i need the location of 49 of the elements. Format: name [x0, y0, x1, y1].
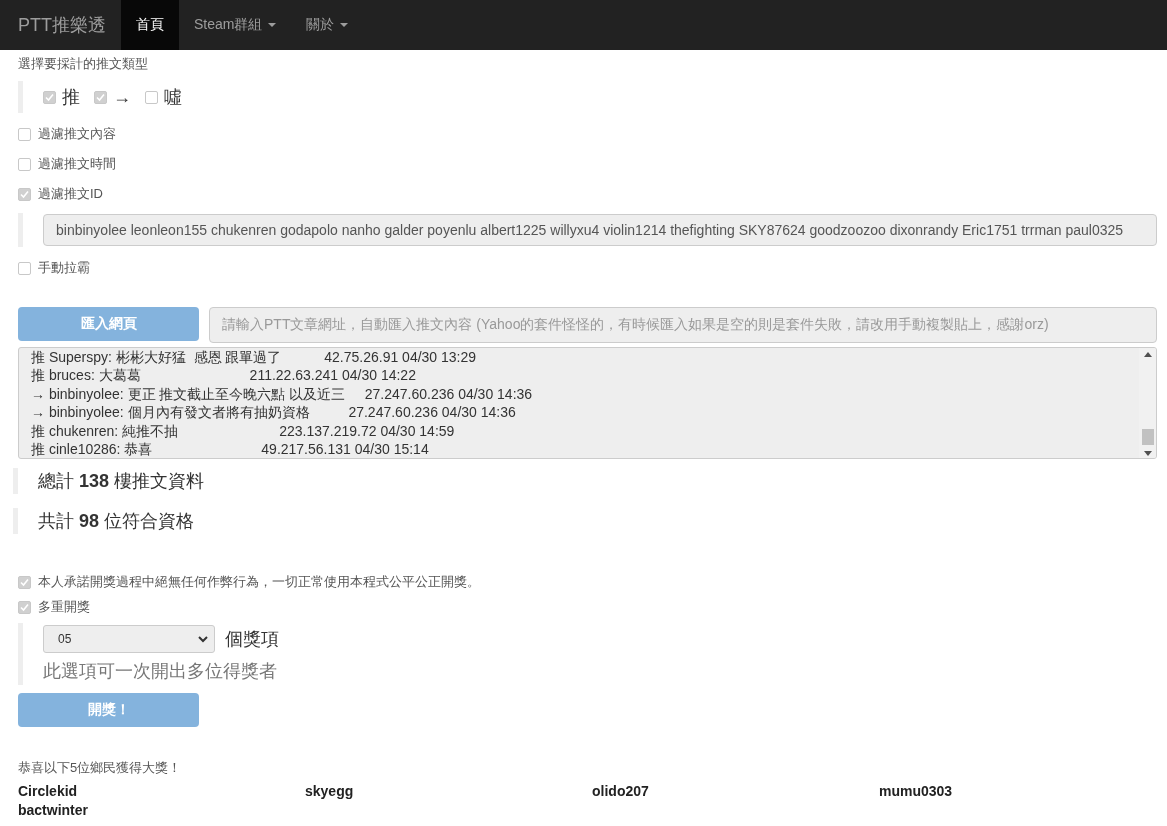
nav-tab[interactable]: 關於	[291, 0, 364, 50]
checkbox-label: 過濾推文時間	[38, 155, 116, 173]
comment-line: 推 cinle10286: 恭喜 49.217.56.131 04/30 15:14	[31, 440, 430, 458]
comment-line: → binbinyolee: 更正 推文截止至今晚六點 以及近三 27.247.60.236 04/30 14:36	[31, 384, 534, 404]
scroll-down-icon[interactable]	[1143, 451, 1152, 456]
winner-name: Circlekid	[18, 783, 79, 799]
scrollbar-thumb[interactable]	[1141, 429, 1154, 445]
checkbox-label: 本人承諾開獎過程中絕無任何作弊行為，一切正常使用本程式公平公正開獎。	[38, 573, 480, 591]
nav-tab[interactable]: Steam群組	[179, 0, 292, 50]
chevron-down-icon	[198, 635, 208, 643]
checkbox-label: →	[113, 86, 131, 108]
hint-text: 此選項可一次開出多位得獎者	[43, 660, 278, 683]
comment-line: 推 chukenren: 純推不抽 223.137.219.72 04/30 14:59	[31, 421, 456, 441]
checkbox[interactable]	[18, 157, 31, 171]
checkbox[interactable]	[18, 127, 31, 141]
comment-line: 推 Superspy: 彬彬大好猛 感恩 跟單過了 42.75.26.91 04/30 13:29	[31, 348, 478, 367]
checkbox[interactable]	[94, 90, 107, 104]
comments-textarea[interactable]	[18, 347, 1157, 459]
winner-name: skyegg	[305, 783, 355, 799]
unit-label: 個獎項	[225, 628, 279, 651]
checkbox[interactable]	[18, 187, 31, 201]
checkbox-label: 手動拉霸	[38, 259, 90, 277]
checkbox[interactable]	[43, 90, 56, 104]
brand-title[interactable]: PTT推樂透	[0, 0, 121, 50]
checkbox-label: 過濾推文ID	[38, 185, 103, 203]
checkbox-label: 過濾推文內容	[38, 125, 116, 143]
checkbox-label: 噓	[164, 86, 182, 109]
checkbox-label: 多重開獎	[38, 598, 90, 616]
checkbox-label: 推	[62, 86, 80, 109]
scroll-up-icon[interactable]	[1143, 352, 1152, 357]
winner-name: bactwinter	[18, 802, 89, 818]
checkbox[interactable]	[145, 90, 158, 104]
scrollbar[interactable]	[1139, 348, 1156, 458]
comment-line: → binbinyolee: 個月內有發文者將有抽奶資格 27.247.60.236 04/30 14:36	[31, 403, 517, 422]
checkbox[interactable]	[18, 261, 31, 275]
nav-tab[interactable]: 首頁	[121, 0, 179, 50]
checkbox[interactable]	[18, 575, 31, 589]
caret-icon	[268, 23, 277, 27]
result-title: 恭喜以下5位鄉民獲得大獎！	[18, 759, 183, 777]
summary-text: 共計 98 位符合資格	[13, 508, 1157, 534]
prize-count-select[interactable]: 05	[43, 625, 215, 653]
checkbox[interactable]	[18, 600, 31, 614]
winner-name: mumu0303	[879, 783, 954, 799]
section-label: 選擇要採計的推文類型	[18, 55, 149, 73]
summary-text: 總計 138 樓推文資料	[13, 468, 1157, 494]
id-filter-field[interactable]: binbinyolee leonleon155 chukenren godapolo nanho galder poyenlu albert1225 willyxu4 violin1214 thefighting SKY87624 goodzoozoo dixonrandy Eric1751 trrman paul0325	[43, 214, 1157, 246]
winner-name: olido207	[592, 783, 650, 799]
caret-icon	[340, 23, 349, 27]
comment-line: 推 bruces: 大葛葛 211.22.63.241 04/30 14:22	[31, 366, 417, 385]
